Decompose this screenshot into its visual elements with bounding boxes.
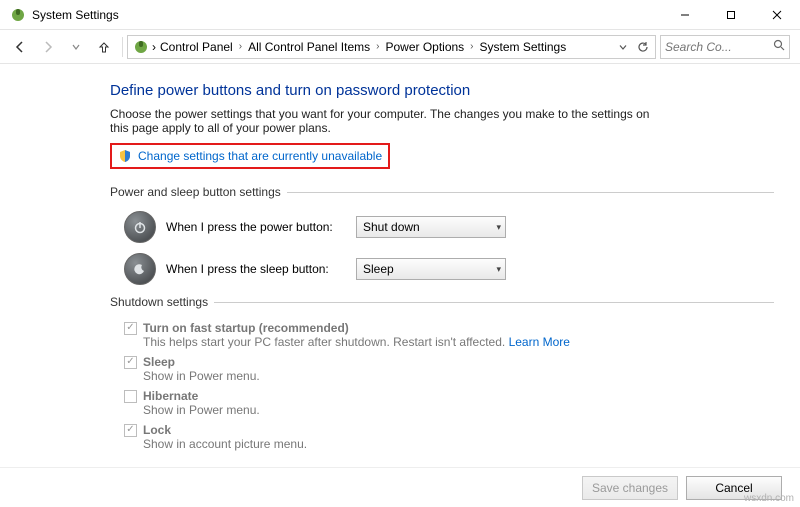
power-group-header: Power and sleep button settings <box>110 185 774 199</box>
content-area: Define power buttons and turn on passwor… <box>0 64 800 467</box>
power-button-label: When I press the power button: <box>166 220 346 234</box>
save-changes-button: Save changes <box>582 476 678 500</box>
close-button[interactable] <box>754 0 800 30</box>
learn-more-link[interactable]: Learn More <box>509 335 570 349</box>
address-history-dropdown[interactable] <box>613 36 633 58</box>
fast-startup-sub-text: This helps start your PC faster after sh… <box>143 335 509 349</box>
nav-forward-button[interactable] <box>34 33 62 61</box>
power-button-row: When I press the power button: Shut down… <box>124 211 774 243</box>
chevron-right-icon: › <box>468 41 475 52</box>
sleep-description: Show in Power menu. <box>143 369 774 383</box>
power-button-dropdown[interactable]: Shut down ▾ <box>356 216 506 238</box>
page-heading: Define power buttons and turn on passwor… <box>110 82 774 99</box>
separator <box>122 37 123 57</box>
lock-label: Lock <box>143 423 171 437</box>
watermark: wsxdn.com <box>744 493 794 504</box>
hibernate-option: Hibernate Show in Power menu. <box>124 389 774 417</box>
power-icon <box>124 211 156 243</box>
chevron-right-icon: › <box>374 41 381 52</box>
chevron-right-icon: › <box>237 41 244 52</box>
sleep-icon <box>124 253 156 285</box>
dropdown-value: Sleep <box>363 262 394 276</box>
hibernate-checkbox <box>124 390 137 403</box>
lock-checkbox: ✓ <box>124 424 137 437</box>
breadcrumb-item[interactable]: System Settings <box>476 38 571 56</box>
refresh-button[interactable] <box>633 36 653 58</box>
sleep-button-label: When I press the sleep button: <box>166 262 346 276</box>
shield-icon <box>118 149 132 163</box>
fast-startup-description: This helps start your PC faster after sh… <box>143 335 774 349</box>
chevron-down-icon: ▾ <box>496 264 501 275</box>
breadcrumb-item[interactable]: Power Options <box>381 38 468 56</box>
window-title: System Settings <box>32 8 662 22</box>
footer: Save changes Cancel <box>0 467 800 507</box>
breadcrumb-item[interactable]: All Control Panel Items <box>244 38 374 56</box>
change-settings-highlight: Change settings that are currently unava… <box>110 143 390 169</box>
nav-back-button[interactable] <box>6 33 34 61</box>
page-description: Choose the power settings that you want … <box>110 107 670 135</box>
address-bar[interactable]: › Control Panel › All Control Panel Item… <box>127 35 656 59</box>
sleep-button-row: When I press the sleep button: Sleep ▾ <box>124 253 774 285</box>
dropdown-value: Shut down <box>363 220 420 234</box>
divider-line <box>287 192 774 193</box>
search-input[interactable] <box>665 40 773 54</box>
group-label: Power and sleep button settings <box>110 185 281 199</box>
chevron-down-icon: ▾ <box>496 222 501 233</box>
group-label: Shutdown settings <box>110 295 208 309</box>
nav-recent-dropdown[interactable] <box>62 33 90 61</box>
sleep-option: ✓ Sleep Show in Power menu. <box>124 355 774 383</box>
hibernate-label: Hibernate <box>143 389 198 403</box>
fast-startup-option: ✓ Turn on fast startup (recommended) Thi… <box>124 321 774 349</box>
sleep-checkbox: ✓ <box>124 356 137 369</box>
location-icon <box>133 39 149 55</box>
divider-line <box>214 302 774 303</box>
breadcrumb: Control Panel › All Control Panel Items … <box>156 38 613 56</box>
lock-option: ✓ Lock Show in account picture menu. <box>124 423 774 451</box>
fast-startup-checkbox: ✓ <box>124 322 137 335</box>
app-icon <box>10 7 26 23</box>
maximize-button[interactable] <box>708 0 754 30</box>
lock-description: Show in account picture menu. <box>143 437 774 451</box>
fast-startup-label: Turn on fast startup (recommended) <box>143 321 349 335</box>
minimize-button[interactable] <box>662 0 708 30</box>
titlebar: System Settings <box>0 0 800 30</box>
change-settings-link[interactable]: Change settings that are currently unava… <box>138 149 382 163</box>
navbar: › Control Panel › All Control Panel Item… <box>0 30 800 64</box>
nav-up-button[interactable] <box>90 33 118 61</box>
shutdown-group-header: Shutdown settings <box>110 295 774 309</box>
sleep-label: Sleep <box>143 355 175 369</box>
breadcrumb-item[interactable]: Control Panel <box>156 38 237 56</box>
search-icon <box>773 39 785 54</box>
sleep-button-dropdown[interactable]: Sleep ▾ <box>356 258 506 280</box>
search-box[interactable] <box>660 35 790 59</box>
hibernate-description: Show in Power menu. <box>143 403 774 417</box>
